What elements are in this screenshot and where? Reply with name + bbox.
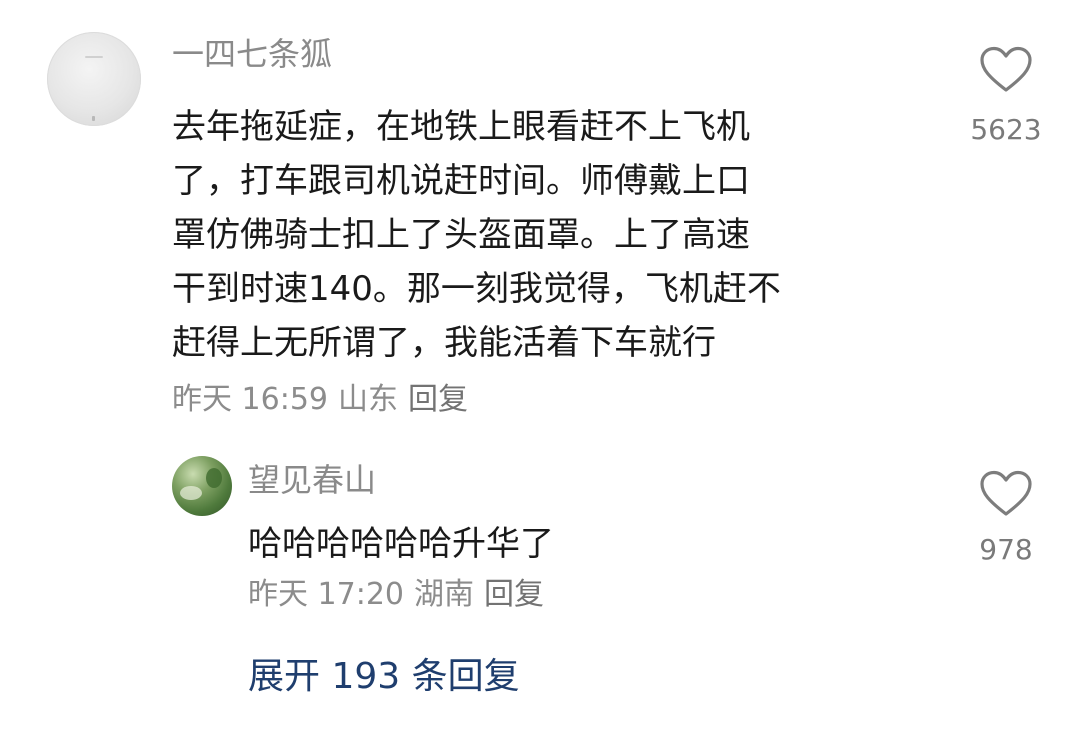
comment-line: 赶得上无所谓了，我能活着下车就行 [172, 323, 716, 363]
like-count: 978 [979, 533, 1033, 566]
comment-line: 去年拖延症，在地铁上眼看赶不上飞机 [172, 107, 750, 147]
comment-time: 昨天 16:59 [172, 382, 328, 417]
like-count: 5623 [970, 113, 1042, 146]
reply-username[interactable]: 望见春山 [248, 460, 376, 500]
avatar-detail [180, 486, 202, 500]
comment-meta: 昨天 16:59 山东 回复 [172, 380, 468, 420]
heart-outline-icon [980, 46, 1032, 92]
avatar-detail [206, 468, 222, 488]
avatar-detail [92, 116, 95, 121]
heart-outline-icon [980, 470, 1032, 516]
comment-location: 山东 [338, 382, 398, 417]
reply-like-button[interactable]: 978 [961, 470, 1051, 568]
reply-reply-button[interactable]: 回复 [484, 577, 544, 612]
reply-button[interactable]: 回复 [408, 382, 468, 417]
comment-line: 了，打车跟司机说赶时间。师傅戴上口 [172, 161, 750, 201]
comment-username[interactable]: 一四七条狐 [172, 34, 332, 74]
avatar[interactable] [47, 32, 141, 126]
comment-text: 去年拖延症，在地铁上眼看赶不上飞机 了，打车跟司机说赶时间。师傅戴上口 罩仿佛骑… [172, 100, 932, 370]
comment-line: 罩仿佛骑士扣上了头盔面罩。上了高速 [172, 215, 750, 255]
like-button[interactable]: 5623 [961, 46, 1051, 148]
reply-time: 昨天 17:20 [248, 577, 404, 612]
reply-text: 哈哈哈哈哈哈升华了 [248, 524, 554, 564]
reply-location: 湖南 [414, 577, 474, 612]
reply-avatar[interactable] [172, 456, 232, 516]
expand-replies-button[interactable]: 展开 193 条回复 [248, 654, 520, 700]
reply-meta: 昨天 17:20 湖南 回复 [248, 575, 544, 615]
avatar-detail [85, 56, 103, 58]
comment-line: 干到时速140。那一刻我觉得，飞机赶不 [172, 269, 781, 309]
